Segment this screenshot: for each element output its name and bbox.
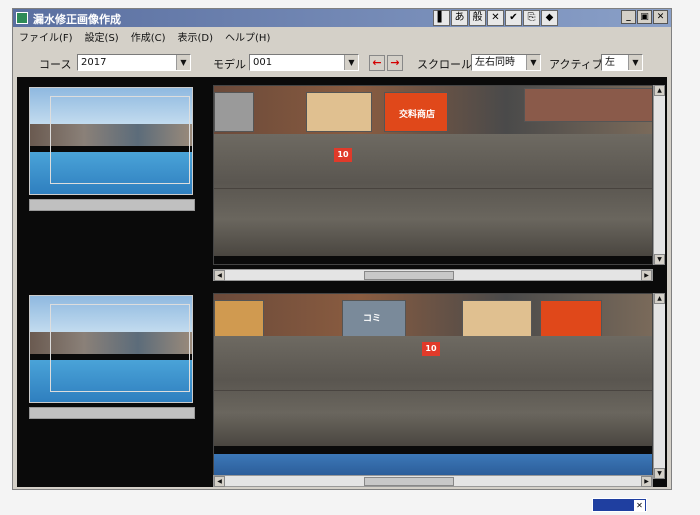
main-view-bottom[interactable]: コミ 10: [213, 293, 653, 479]
menu-settings[interactable]: 設定(S): [85, 29, 119, 44]
course-value: 2017: [81, 57, 107, 68]
scroll-thumb[interactable]: [364, 477, 454, 486]
container-tan: [306, 92, 372, 132]
scroll-down-icon[interactable]: ▼: [654, 254, 665, 265]
chevron-down-icon[interactable]: ▼: [176, 55, 190, 70]
tool-bar-icon[interactable]: ▌: [433, 10, 450, 26]
model-label: モデル: [213, 58, 246, 71]
thumb-viewport-frame[interactable]: [50, 96, 190, 184]
thumbnail-bottom-bar[interactable]: [29, 407, 195, 419]
scroll-left-icon[interactable]: ◀: [214, 476, 225, 487]
course-select[interactable]: 2017 ▼: [77, 54, 191, 71]
wall-joint: [214, 390, 652, 391]
scroll-thumb[interactable]: [364, 271, 454, 280]
active-label: アクティブ: [549, 58, 603, 71]
thumbnail-top-bar[interactable]: [29, 199, 195, 211]
scroll-right-icon[interactable]: ▶: [641, 476, 652, 487]
course-label: コース: [39, 58, 72, 71]
app-icon: [16, 12, 28, 24]
quay-wall: 10: [214, 134, 652, 256]
container-blue: コミ: [342, 300, 406, 340]
containers-area: コミ: [214, 294, 652, 340]
chevron-down-icon[interactable]: ▼: [628, 55, 642, 70]
container-label: 交料商店: [399, 110, 436, 120]
horizontal-scrollbar-bottom[interactable]: ◀ ▶: [213, 475, 653, 487]
model-value: 001: [253, 57, 273, 68]
window-controls: _ ▣ ✕: [621, 10, 668, 24]
vertical-scrollbar-top[interactable]: ▲ ▼: [653, 85, 665, 265]
tool-cross-icon[interactable]: ✕: [487, 10, 504, 26]
thumb-viewport-frame[interactable]: [50, 304, 190, 392]
close-icon[interactable]: ✕: [634, 500, 645, 511]
title-toolbar: ▌ あ 般 ✕ ✔ ⎘ ◆: [433, 10, 558, 26]
containers-area: 交料商店: [214, 86, 652, 134]
tool-copy-icon[interactable]: ⎘: [523, 10, 540, 26]
maximize-button[interactable]: ▣: [637, 10, 652, 24]
window-title: 漏水修正画像作成: [33, 13, 121, 26]
scroll-up-icon[interactable]: ▲: [654, 293, 665, 304]
tool-diamond-icon[interactable]: ◆: [541, 10, 558, 26]
scroll-down-icon[interactable]: ▼: [654, 468, 665, 479]
active-value: 左: [605, 57, 615, 68]
tool-kanji-icon[interactable]: 般: [469, 10, 486, 26]
container-label: コミ: [363, 314, 382, 324]
horizontal-scrollbar-top[interactable]: ◀ ▶: [213, 269, 653, 281]
main-window: 漏水修正画像作成 ▌ あ 般 ✕ ✔ ⎘ ◆ _ ▣ ✕ ファイル(F) 設定(…: [12, 8, 672, 490]
marker-10[interactable]: 10: [334, 148, 352, 162]
minimize-button[interactable]: _: [621, 10, 636, 24]
model-select[interactable]: 001 ▼: [249, 54, 359, 71]
active-select[interactable]: 左 ▼: [601, 54, 643, 71]
container-orange: [540, 300, 602, 340]
quay-wall: 10: [214, 336, 652, 446]
scroll-right-icon[interactable]: ▶: [641, 270, 652, 281]
scroll-up-icon[interactable]: ▲: [654, 85, 665, 96]
scroll-value: 左右同時: [475, 57, 515, 68]
menu-view[interactable]: 表示(D): [178, 29, 214, 44]
tool-hiragana-icon[interactable]: あ: [451, 10, 468, 26]
toolbar: コース 2017 ▼ モデル 001 ▼ ← → スクロール 左右同時 ▼ アク…: [13, 47, 671, 77]
vertical-scrollbar-bottom[interactable]: ▲ ▼: [653, 293, 665, 479]
menu-create[interactable]: 作成(C): [131, 29, 166, 44]
image-panel: 交料商店 10 ▲ ▼ ◀ ▶ コミ 10 ▲ ▼: [17, 77, 667, 487]
wall-joint: [214, 188, 652, 189]
scroll-left-icon[interactable]: ◀: [214, 270, 225, 281]
chevron-down-icon[interactable]: ▼: [526, 55, 540, 70]
task-window-button[interactable]: ✕: [592, 498, 647, 512]
container-brown: [524, 88, 652, 122]
chevron-down-icon[interactable]: ▼: [344, 55, 358, 70]
next-arrow-button[interactable]: →: [387, 55, 403, 71]
title-bar: 漏水修正画像作成 ▌ あ 般 ✕ ✔ ⎘ ◆ _ ▣ ✕: [13, 9, 671, 27]
tool-check-icon[interactable]: ✔: [505, 10, 522, 26]
container-grey: [214, 92, 254, 132]
menu-help[interactable]: ヘルプ(H): [225, 29, 270, 44]
close-button[interactable]: ✕: [653, 10, 668, 24]
prev-arrow-button[interactable]: ←: [369, 55, 385, 71]
scroll-select[interactable]: 左右同時 ▼: [471, 54, 541, 71]
container-orange: 交料商店: [384, 92, 448, 132]
menu-bar: ファイル(F) 設定(S) 作成(C) 表示(D) ヘルプ(H): [13, 27, 671, 45]
scroll-label: スクロール: [417, 58, 472, 71]
thumbnail-bottom[interactable]: [29, 295, 193, 403]
thumbnail-top[interactable]: [29, 87, 193, 195]
marker-10[interactable]: 10: [422, 342, 440, 356]
container-tan: [214, 300, 264, 340]
menu-file[interactable]: ファイル(F): [19, 29, 73, 44]
container-tan: [462, 300, 532, 340]
main-view-top[interactable]: 交料商店 10: [213, 85, 653, 265]
